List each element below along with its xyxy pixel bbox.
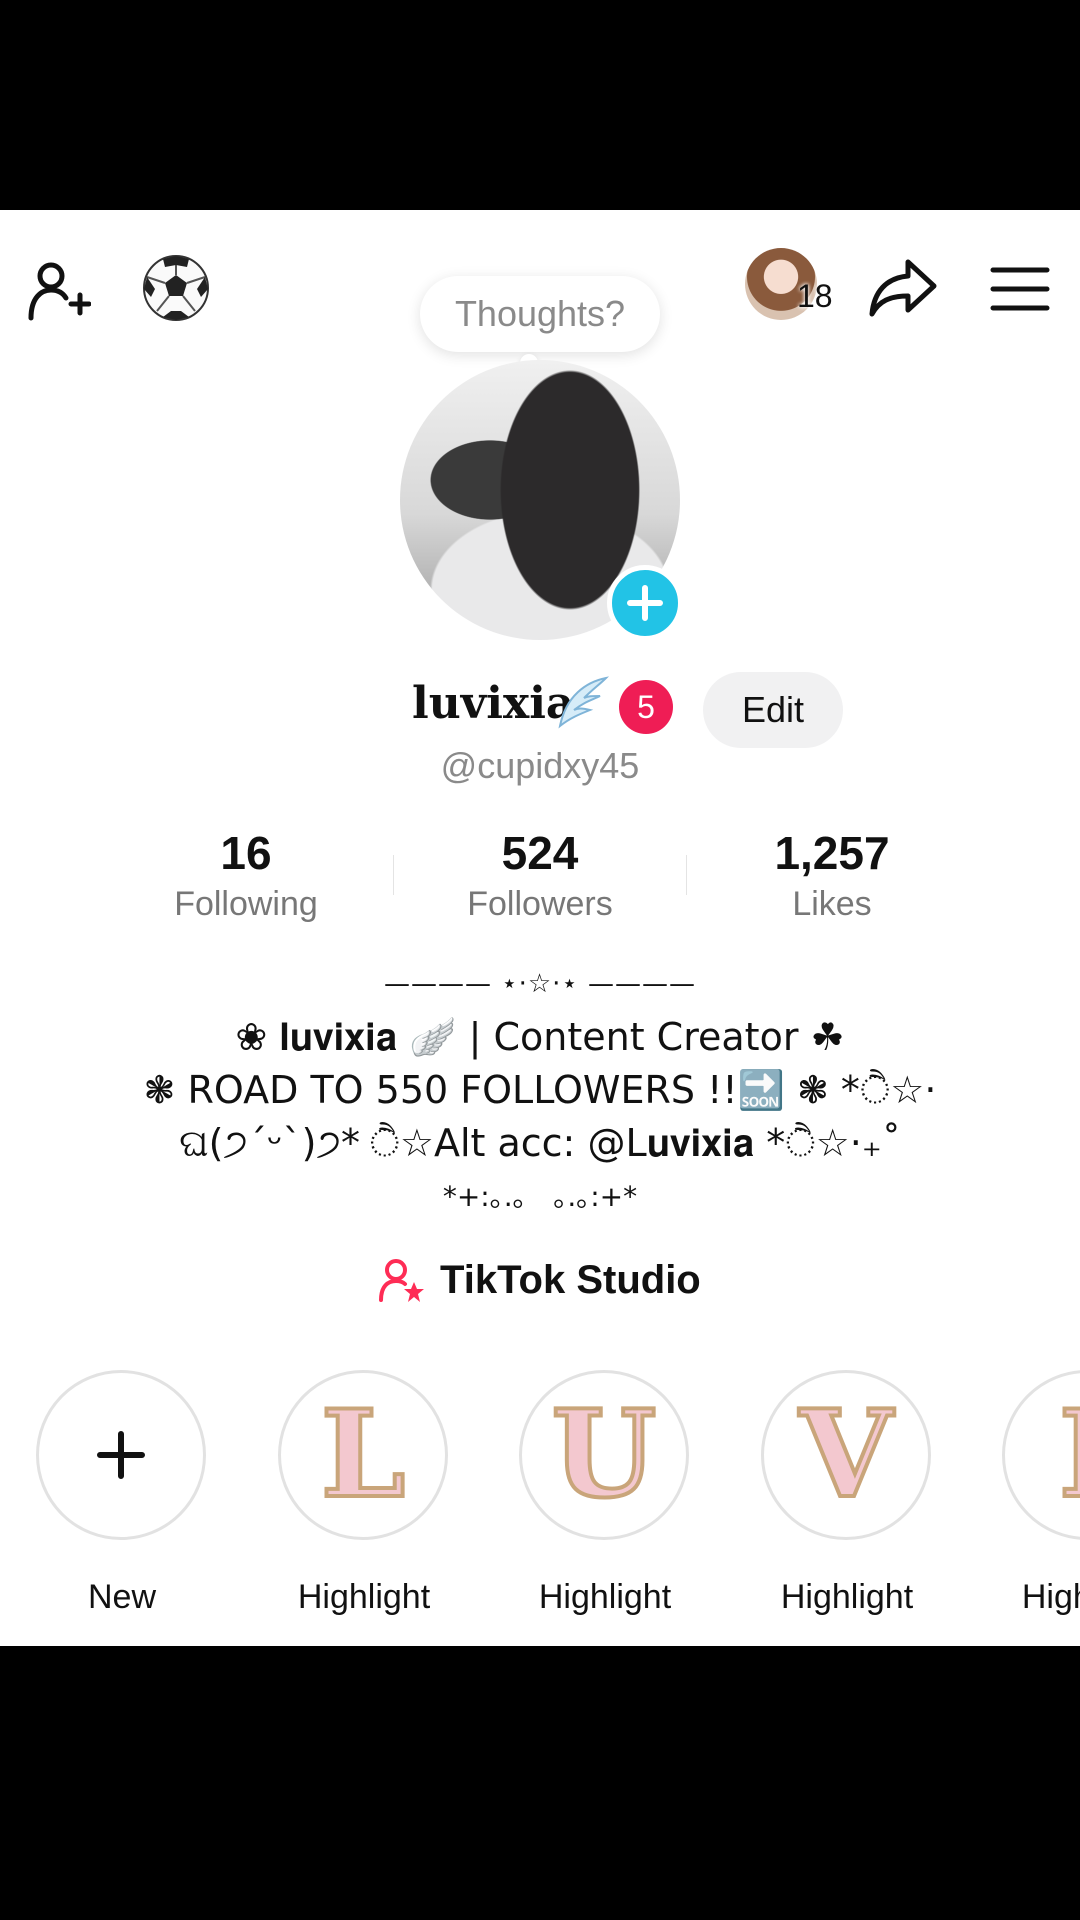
highlight-circle: V: [761, 1370, 931, 1540]
highlight-item[interactable]: I Highlight: [1002, 1370, 1080, 1617]
notification-badge[interactable]: 5: [619, 680, 673, 734]
tiktok-studio-label: TikTok Studio: [440, 1257, 701, 1302]
add-story-button[interactable]: [607, 565, 683, 641]
thoughts-placeholder: Thoughts?: [454, 293, 626, 334]
highlight-label: Highlight: [538, 1578, 672, 1616]
bio-line: ❃ ROAD TO 550 FOLLOWERS !!🔜 ❃ *ੈ☆·: [143, 1068, 937, 1112]
add-friend-button[interactable]: [22, 255, 94, 327]
bio-line: ଘ(੭ˊᵕˋ)੭* ੈ☆Alt acc: @L𝐮𝐯𝐢𝐱𝐢𝐚 *ੈ☆·₊˚: [179, 1121, 901, 1165]
stat-divider: [393, 855, 394, 895]
stat-value: 16: [220, 827, 272, 879]
highlight-letter: U: [550, 1384, 659, 1525]
share-arrow-icon: [869, 259, 937, 317]
stat-likes[interactable]: 1,257 Likes: [722, 825, 942, 927]
highlight-circle: U: [519, 1370, 689, 1540]
stat-value: 1,257: [774, 827, 890, 879]
highlight-item[interactable]: U Highlight: [519, 1370, 691, 1617]
highlight-label: New: [87, 1578, 157, 1616]
tiktok-studio-link[interactable]: TikTok Studio: [378, 1250, 701, 1310]
bio-line: ———— ⋆·☆·⋆ ————: [384, 969, 696, 999]
highlight-circle: I: [1002, 1370, 1080, 1540]
highlight-label: Highlight: [297, 1578, 431, 1616]
add-person-icon: [28, 262, 91, 321]
stat-label: Followers: [467, 885, 613, 923]
profile-screen: 18 Thoughts? luvixia 5 Edit @cupidxy45 1…: [0, 210, 1080, 1646]
wing-emoji-icon: [558, 676, 610, 729]
profile-stats: 16 Following 524 Followers 1,257 Likes: [0, 825, 1080, 945]
highlight-label: Highlight: [1021, 1578, 1080, 1616]
stat-divider: [686, 855, 687, 895]
creator-studio-icon: [379, 1259, 424, 1302]
bio-line: ❀ 𝐥𝐮𝐯𝐢𝐱𝐢𝐚 🪽 | Content Creator ☘: [235, 1015, 845, 1059]
highlight-label: Highlight: [780, 1578, 914, 1616]
highlight-letter: I: [1057, 1393, 1080, 1517]
hamburger-menu-icon: [990, 267, 1050, 311]
plus-icon: [97, 1431, 145, 1479]
share-button[interactable]: [866, 250, 940, 324]
stat-label: Likes: [792, 885, 872, 923]
bio-line: *+:｡.｡ ｡.｡:+*: [442, 1180, 638, 1213]
visitor-count: 18: [797, 278, 833, 314]
profile-visitors-button[interactable]: 18: [745, 248, 841, 328]
highlight-item[interactable]: L Highlight: [278, 1370, 450, 1617]
highlight-new[interactable]: New: [36, 1370, 208, 1617]
story-highlights: New L Highlight U Highlight V Highlight …: [0, 1370, 1080, 1616]
highlight-letter: V: [797, 1384, 894, 1525]
display-name: luvixia: [412, 678, 575, 729]
plus-icon: [627, 585, 663, 621]
soccer-ball-icon[interactable]: [138, 250, 214, 326]
name-row: luvixia 5 Edit: [0, 672, 1080, 752]
highlight-item[interactable]: V Highlight: [761, 1370, 933, 1617]
thoughts-bubble[interactable]: Thoughts?: [420, 276, 660, 372]
stat-followers[interactable]: 524 Followers: [430, 825, 650, 927]
stat-label: Following: [174, 885, 318, 923]
stat-following[interactable]: 16 Following: [136, 825, 356, 927]
edit-profile-button[interactable]: Edit: [703, 672, 843, 748]
highlight-letter: L: [319, 1384, 407, 1525]
username: @cupidxy45: [440, 745, 640, 786]
profile-bio: ———— ⋆·☆·⋆ ———— ❀ 𝐥𝐮𝐯𝐢𝐱𝐢𝐚 🪽 | Content Cr…: [0, 958, 1080, 1223]
menu-button[interactable]: [985, 256, 1055, 322]
highlight-circle: L: [278, 1370, 448, 1540]
stat-value: 524: [501, 827, 579, 879]
highlight-circle: [36, 1370, 206, 1540]
